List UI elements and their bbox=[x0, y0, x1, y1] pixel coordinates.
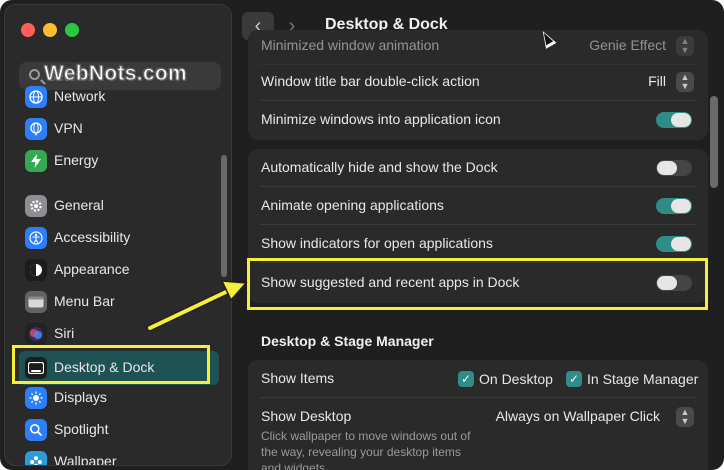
show-indicators-toggle[interactable] bbox=[656, 236, 692, 252]
setting-label: Minimize windows into application icon bbox=[261, 111, 501, 127]
row-animate-opening: Animate opening applications bbox=[248, 187, 708, 225]
row-minimize-into-icon: Minimize windows into application icon bbox=[248, 101, 708, 139]
sidebar-item-network[interactable]: Network bbox=[19, 83, 219, 111]
appearance-icon bbox=[25, 259, 47, 281]
setting-label: Show Items bbox=[261, 370, 335, 386]
main-scrollbar[interactable] bbox=[710, 96, 718, 188]
row-auto-hide: Automatically hide and show the Dock bbox=[248, 149, 708, 187]
show-desktop-description: Click wallpaper to move windows out of bbox=[261, 429, 471, 443]
vpn-globe-icon bbox=[25, 118, 47, 140]
sidebar-item-wallpaper[interactable]: Wallpaper bbox=[19, 448, 219, 466]
sidebar-scrollbar[interactable] bbox=[221, 155, 227, 277]
wallpaper-icon bbox=[25, 451, 47, 465]
setting-label: Show Desktop bbox=[261, 408, 352, 424]
row-double-click-action: Window title bar double-click action Fil… bbox=[248, 63, 708, 101]
sidebar-item-label: Wallpaper bbox=[54, 453, 117, 466]
setting-label: Minimized window animation bbox=[261, 37, 440, 53]
checkbox-label: In Stage Manager bbox=[587, 371, 699, 387]
sidebar-item-accessibility[interactable]: Accessibility bbox=[19, 224, 219, 252]
annotation-highlight-sidebar bbox=[12, 345, 210, 384]
sidebar-item-label: General bbox=[54, 197, 104, 213]
settings-window: Network VPN Energy General Accessibility bbox=[0, 0, 724, 470]
search-icon bbox=[29, 69, 40, 80]
animate-opening-toggle[interactable] bbox=[656, 198, 692, 214]
show-desktop-select[interactable]: Always on Wallpaper Click bbox=[496, 408, 660, 424]
checkbox-label: On Desktop bbox=[479, 371, 553, 387]
sidebar-item-label: Menu Bar bbox=[54, 293, 115, 309]
select-stepper-icon: ▲ ▼ bbox=[676, 36, 694, 56]
show-desktop-description: and widgets. bbox=[261, 461, 329, 470]
setting-label: Automatically hide and show the Dock bbox=[261, 159, 498, 175]
minimize-window-button[interactable] bbox=[43, 23, 57, 37]
sidebar-item-vpn[interactable]: VPN bbox=[19, 115, 219, 143]
in-stage-manager-checkbox[interactable]: ✓ bbox=[566, 371, 582, 387]
sidebar-item-siri[interactable]: Siri bbox=[19, 320, 219, 348]
sidebar-item-displays[interactable]: Displays bbox=[19, 384, 219, 412]
sidebar-item-label: Accessibility bbox=[54, 229, 131, 245]
select-stepper-icon: ▲ ▼ bbox=[676, 72, 694, 92]
setting-label: Window title bar double-click action bbox=[261, 73, 480, 89]
double-click-select[interactable]: Fill bbox=[648, 73, 666, 89]
accessibility-icon bbox=[25, 227, 47, 249]
watermark-logo: WebNots.com bbox=[44, 62, 188, 86]
toggle-knob bbox=[657, 161, 677, 175]
toggle-knob bbox=[671, 199, 691, 213]
sidebar-item-label: Displays bbox=[54, 389, 107, 405]
section-title-stage-manager: Desktop & Stage Manager bbox=[261, 333, 434, 349]
main-pane: ‹ › Desktop & Dock Minimized window anim… bbox=[236, 0, 724, 470]
globe-icon bbox=[25, 86, 47, 108]
minimize-into-icon-toggle[interactable] bbox=[656, 112, 692, 128]
annotation-highlight-setting bbox=[247, 258, 708, 310]
sidebar-item-menu-bar[interactable]: Menu Bar bbox=[19, 288, 219, 316]
sidebar-item-label: Network bbox=[54, 88, 106, 104]
setting-label: Show indicators for open applications bbox=[261, 235, 493, 251]
auto-hide-toggle[interactable] bbox=[656, 160, 692, 176]
sidebar-item-spotlight[interactable]: Spotlight bbox=[19, 416, 219, 444]
sidebar-item-label: VPN bbox=[54, 120, 83, 136]
settings-group-dock-windows: Minimized window animation Genie Effect … bbox=[248, 30, 708, 140]
sidebar-item-label: Siri bbox=[54, 325, 75, 341]
minimize-animation-select[interactable]: Genie Effect bbox=[589, 37, 666, 53]
on-desktop-checkbox[interactable]: ✓ bbox=[458, 371, 474, 387]
close-window-button[interactable] bbox=[21, 23, 35, 37]
sidebar-item-label: Appearance bbox=[54, 261, 130, 277]
select-stepper-icon: ▲ ▼ bbox=[676, 407, 694, 427]
sidebar-item-label: Spotlight bbox=[54, 421, 109, 437]
zoom-window-button[interactable] bbox=[65, 23, 79, 37]
magnifier-icon bbox=[25, 419, 47, 441]
sidebar-item-label: Energy bbox=[54, 152, 99, 168]
sidebar-item-appearance[interactable]: Appearance bbox=[19, 256, 219, 284]
menu-bar-icon bbox=[25, 291, 47, 313]
row-minimize-animation: Minimized window animation Genie Effect … bbox=[248, 30, 708, 65]
setting-label: Animate opening applications bbox=[261, 197, 444, 213]
sun-icon bbox=[25, 387, 47, 409]
row-show-items: Show Items ✓ On Desktop ✓ In Stage Manag… bbox=[248, 360, 708, 398]
bolt-icon bbox=[25, 150, 47, 172]
show-desktop-description: the way, revealing your desktop items bbox=[261, 445, 461, 459]
toggle-knob bbox=[671, 237, 691, 251]
toggle-knob bbox=[671, 113, 691, 127]
siri-icon bbox=[25, 323, 47, 345]
sidebar-item-general[interactable]: General bbox=[19, 192, 219, 220]
sidebar-item-energy[interactable]: Energy bbox=[19, 147, 219, 175]
gear-icon bbox=[25, 195, 47, 217]
